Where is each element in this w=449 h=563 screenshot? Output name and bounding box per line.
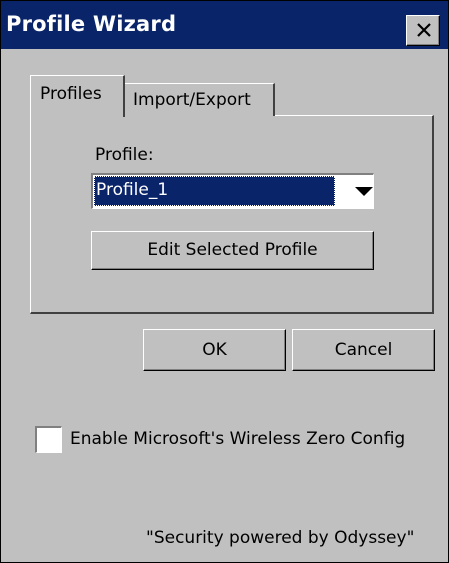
tab-profiles[interactable]: Profiles — [30, 75, 125, 117]
close-icon — [417, 23, 431, 37]
title-bar: Profile Wizard — [1, 1, 448, 49]
profile-label: Profile: — [95, 145, 154, 165]
footer-credit: "Security powered by Odyssey" — [146, 528, 415, 548]
tab-profiles-label: Profiles — [40, 84, 102, 104]
profile-dropdown[interactable]: Profile_1 — [91, 173, 374, 209]
wireless-zero-config-label[interactable]: Enable Microsoft's Wireless Zero Config — [70, 429, 405, 449]
profile-dropdown-value: Profile_1 — [94, 176, 335, 206]
edit-selected-profile-button[interactable]: Edit Selected Profile — [91, 231, 374, 270]
profile-wizard-window: Profile Wizard Profiles Import/Export Pr… — [0, 0, 449, 563]
chevron-down-icon[interactable] — [355, 187, 373, 196]
ok-button[interactable]: OK — [143, 329, 286, 371]
wireless-zero-config-checkbox[interactable] — [35, 426, 62, 453]
tab-import-export-label: Import/Export — [133, 90, 251, 110]
window-title: Profile Wizard — [6, 12, 177, 36]
close-button[interactable] — [406, 15, 440, 46]
profiles-tab-panel — [30, 115, 434, 314]
tab-import-export[interactable]: Import/Export — [125, 83, 275, 116]
cancel-button[interactable]: Cancel — [292, 329, 435, 371]
